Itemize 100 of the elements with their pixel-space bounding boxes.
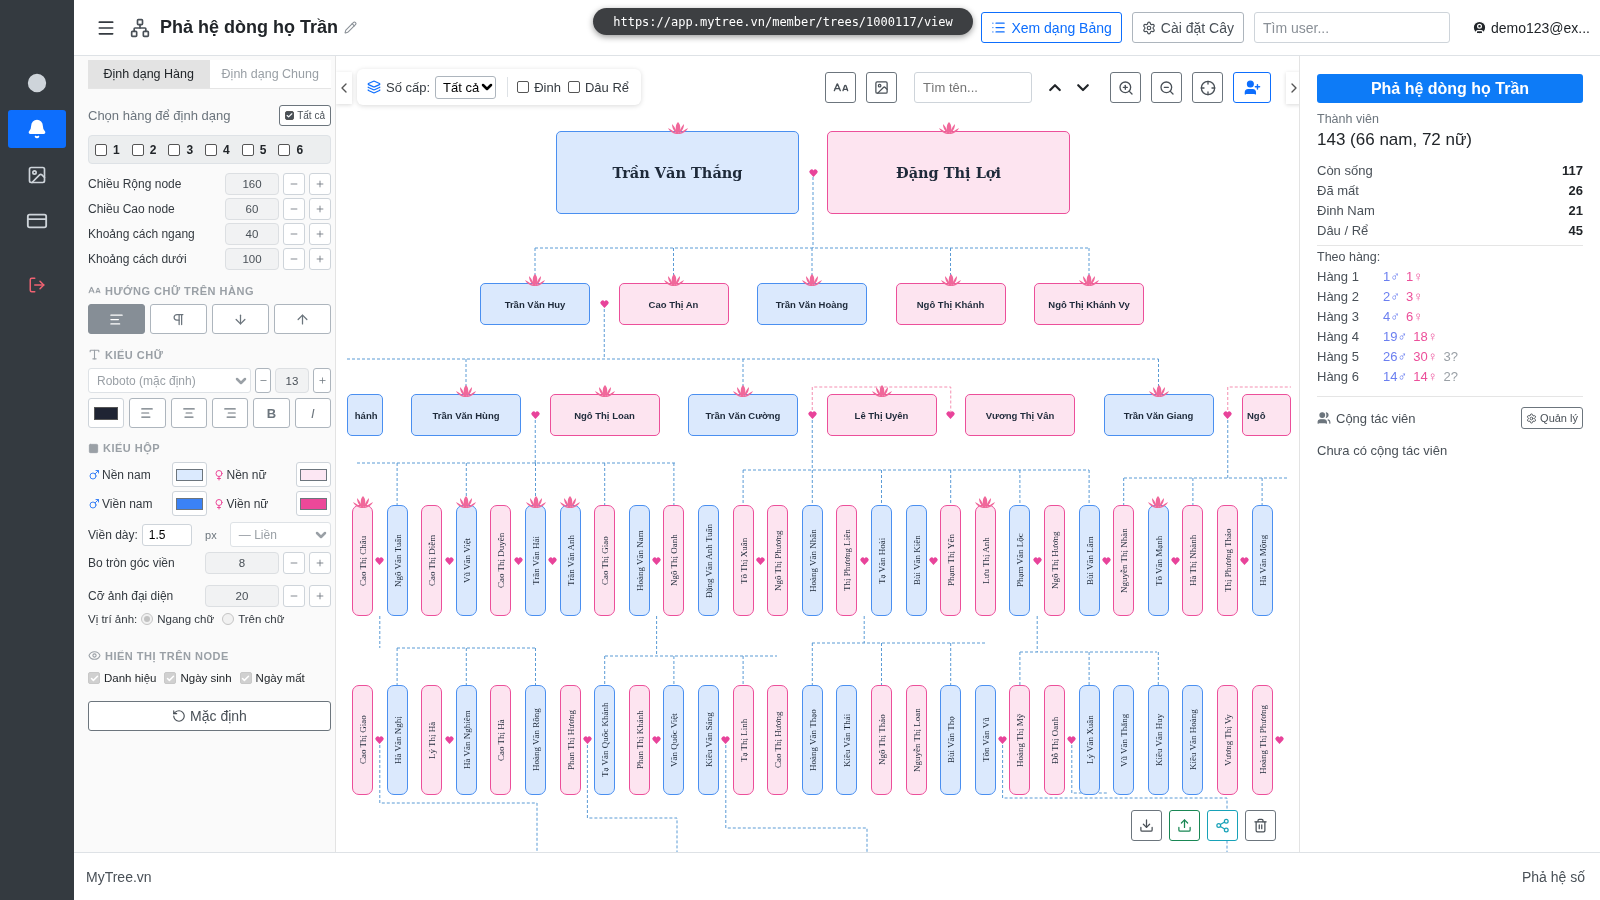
checkbox[interactable] <box>285 111 295 120</box>
italic-button[interactable]: I <box>294 398 331 428</box>
person-node[interactable]: Ngô Thị Hương <box>1044 505 1065 616</box>
person-node[interactable]: Lý Văn Xuân <box>1078 685 1100 795</box>
color-picker[interactable] <box>171 491 207 516</box>
person-node[interactable]: Ngô Văn Tuấn <box>386 505 408 616</box>
checkbox[interactable] <box>205 143 218 156</box>
checkbox[interactable] <box>168 143 181 156</box>
person-node[interactable]: Thị Phương Liên <box>836 505 858 616</box>
person-node[interactable]: Hoàng Văn Thạo <box>801 685 823 795</box>
person-node[interactable]: Cao Thị Diễm <box>421 505 443 616</box>
person-node[interactable]: Tạ Văn Hoài <box>871 505 892 616</box>
person-node[interactable]: Nguyễn Thị Loan <box>905 685 927 795</box>
person-node[interactable]: Kiều Văn Sáng <box>698 685 719 795</box>
person-node[interactable]: Lý Thị Hà <box>421 685 443 795</box>
settings-button[interactable]: Cài đặt Cây <box>1131 12 1244 43</box>
person-node[interactable]: Tôn Văn Vũ <box>974 685 996 795</box>
checkbox[interactable] <box>241 143 254 156</box>
next-button[interactable] <box>1074 83 1092 92</box>
person-node[interactable]: Hà Văn Nghị <box>386 685 408 795</box>
person-node[interactable]: Hoàng Văn Nam <box>628 505 650 616</box>
select-all-button[interactable]: Tất cả <box>279 105 331 126</box>
font-size-field[interactable]: 13 <box>275 368 309 393</box>
increment-button[interactable] <box>309 198 331 220</box>
zoom-out-button[interactable] <box>1151 72 1182 103</box>
person-node[interactable]: Trần Văn Hùng <box>411 394 521 436</box>
color-picker[interactable] <box>171 462 207 487</box>
person-node[interactable]: Bùi Văn Kiên <box>905 505 927 616</box>
number-field[interactable]: 40 <box>225 223 279 245</box>
person-node[interactable]: Trần Văn Anh <box>559 505 581 616</box>
reset-button[interactable]: Mặc định <box>88 701 331 731</box>
person-node[interactable]: Trần Văn Giang <box>1103 394 1214 436</box>
decrement-button[interactable] <box>283 198 305 220</box>
person-node[interactable]: Tô Thị Xuân <box>732 505 754 616</box>
number-field[interactable]: 160 <box>225 173 279 195</box>
person-node[interactable]: Cao Thị Giao <box>352 685 373 795</box>
checkbox[interactable] <box>517 81 530 93</box>
person-node[interactable]: Trần Văn Thắng <box>556 131 799 214</box>
decrement-button[interactable] <box>283 585 305 607</box>
person-node[interactable]: Trần Văn Hoàng <box>757 283 867 325</box>
color-picker[interactable] <box>88 398 125 428</box>
person-node[interactable]: Đặng Thị Lợi <box>827 131 1070 214</box>
person-node[interactable]: Ngô Thị Phương <box>767 505 789 616</box>
person-node[interactable]: Tô Văn Mạnh <box>1147 505 1169 616</box>
decrement-button[interactable] <box>283 552 305 574</box>
upload-button[interactable] <box>1169 810 1200 841</box>
previous-button[interactable] <box>1046 83 1064 92</box>
number-field[interactable]: 60 <box>225 198 279 220</box>
person-node[interactable]: Trần Văn Hải <box>525 505 546 616</box>
radio-button[interactable] <box>141 613 154 625</box>
person-node[interactable]: Hà Văn Nghiêm <box>455 685 477 795</box>
increment-button[interactable] <box>309 223 331 245</box>
checkbox[interactable] <box>278 143 291 156</box>
person-node[interactable]: Tạ Văn Quốc Khánh <box>594 685 616 795</box>
person-node[interactable]: Văn Quốc Việt <box>663 685 685 795</box>
zoom-in-button[interactable] <box>1110 72 1141 103</box>
person-node[interactable]: Nguyễn Thị Nhàn <box>1113 505 1135 616</box>
add-person-button[interactable] <box>1233 72 1271 103</box>
person-node[interactable]: Vũ Văn Việt <box>455 505 477 616</box>
person-node[interactable]: Trần Văn Huy <box>480 283 590 325</box>
person-node[interactable]: Ngô Thị Khánh Vy <box>1034 283 1144 325</box>
person-node[interactable]: Hoàng Văn Nhân <box>801 505 823 616</box>
direction-button[interactable] <box>212 304 269 334</box>
person-node[interactable]: Phan Thị Hương <box>559 685 581 795</box>
person-node[interactable]: Kiều Văn Huy <box>1147 685 1169 795</box>
color-picker[interactable] <box>296 462 331 487</box>
person-node[interactable]: Kiều Văn Hoàng <box>1182 685 1204 795</box>
checkbox[interactable] <box>95 143 107 156</box>
person-node[interactable]: Phan Thị Khánh <box>628 685 650 795</box>
direction-button[interactable] <box>274 304 331 334</box>
color-picker[interactable] <box>296 491 331 516</box>
increment-button[interactable] <box>309 248 331 270</box>
edit-button[interactable] <box>344 21 357 34</box>
person-node[interactable]: Trần Văn Cường <box>688 394 798 436</box>
number-field[interactable]: 100 <box>225 248 279 270</box>
checkbox[interactable] <box>131 143 144 156</box>
person-node[interactable]: Hà Thị Nhành <box>1182 505 1204 616</box>
person-node[interactable]: hánh <box>347 394 383 436</box>
person-node[interactable]: Đỗ Thị Oanh <box>1044 685 1065 795</box>
expand-button[interactable] <box>1286 72 1299 104</box>
person-node[interactable]: Phạm Văn Lộc <box>1009 505 1031 616</box>
person-node[interactable]: Hoàng Thị Phương <box>1251 685 1273 795</box>
direction-button[interactable] <box>88 304 145 334</box>
person-node[interactable]: Hoàng Thị Mỹ <box>1009 685 1031 795</box>
person-node[interactable]: Thị Phương Thảo <box>1217 505 1238 616</box>
person-node[interactable]: Hà Văn Mộng <box>1251 505 1273 616</box>
decrement-button[interactable] <box>283 248 305 270</box>
align-button[interactable] <box>170 398 207 428</box>
person-node[interactable]: Ngô Thị Oanh <box>663 505 685 616</box>
person-node[interactable]: Cao Thị Duyên <box>490 505 512 616</box>
person-node[interactable]: Ngô Thị Thảo <box>871 685 892 795</box>
person-node[interactable]: Bùi Văn Thọ <box>940 685 962 795</box>
number-field[interactable]: 8 <box>205 552 279 574</box>
user-email[interactable]: demo123@ex... <box>1490 19 1590 36</box>
person-node[interactable]: Phạm Thị Yến <box>940 505 962 616</box>
image-button[interactable] <box>866 72 897 103</box>
person-node[interactable]: Cao Thị Giao <box>594 505 616 616</box>
person-node[interactable]: Vũ Văn Thắng <box>1113 685 1135 795</box>
person-node[interactable]: Ngô Thị Khánh <box>895 283 1006 325</box>
download-button[interactable] <box>1131 810 1162 841</box>
